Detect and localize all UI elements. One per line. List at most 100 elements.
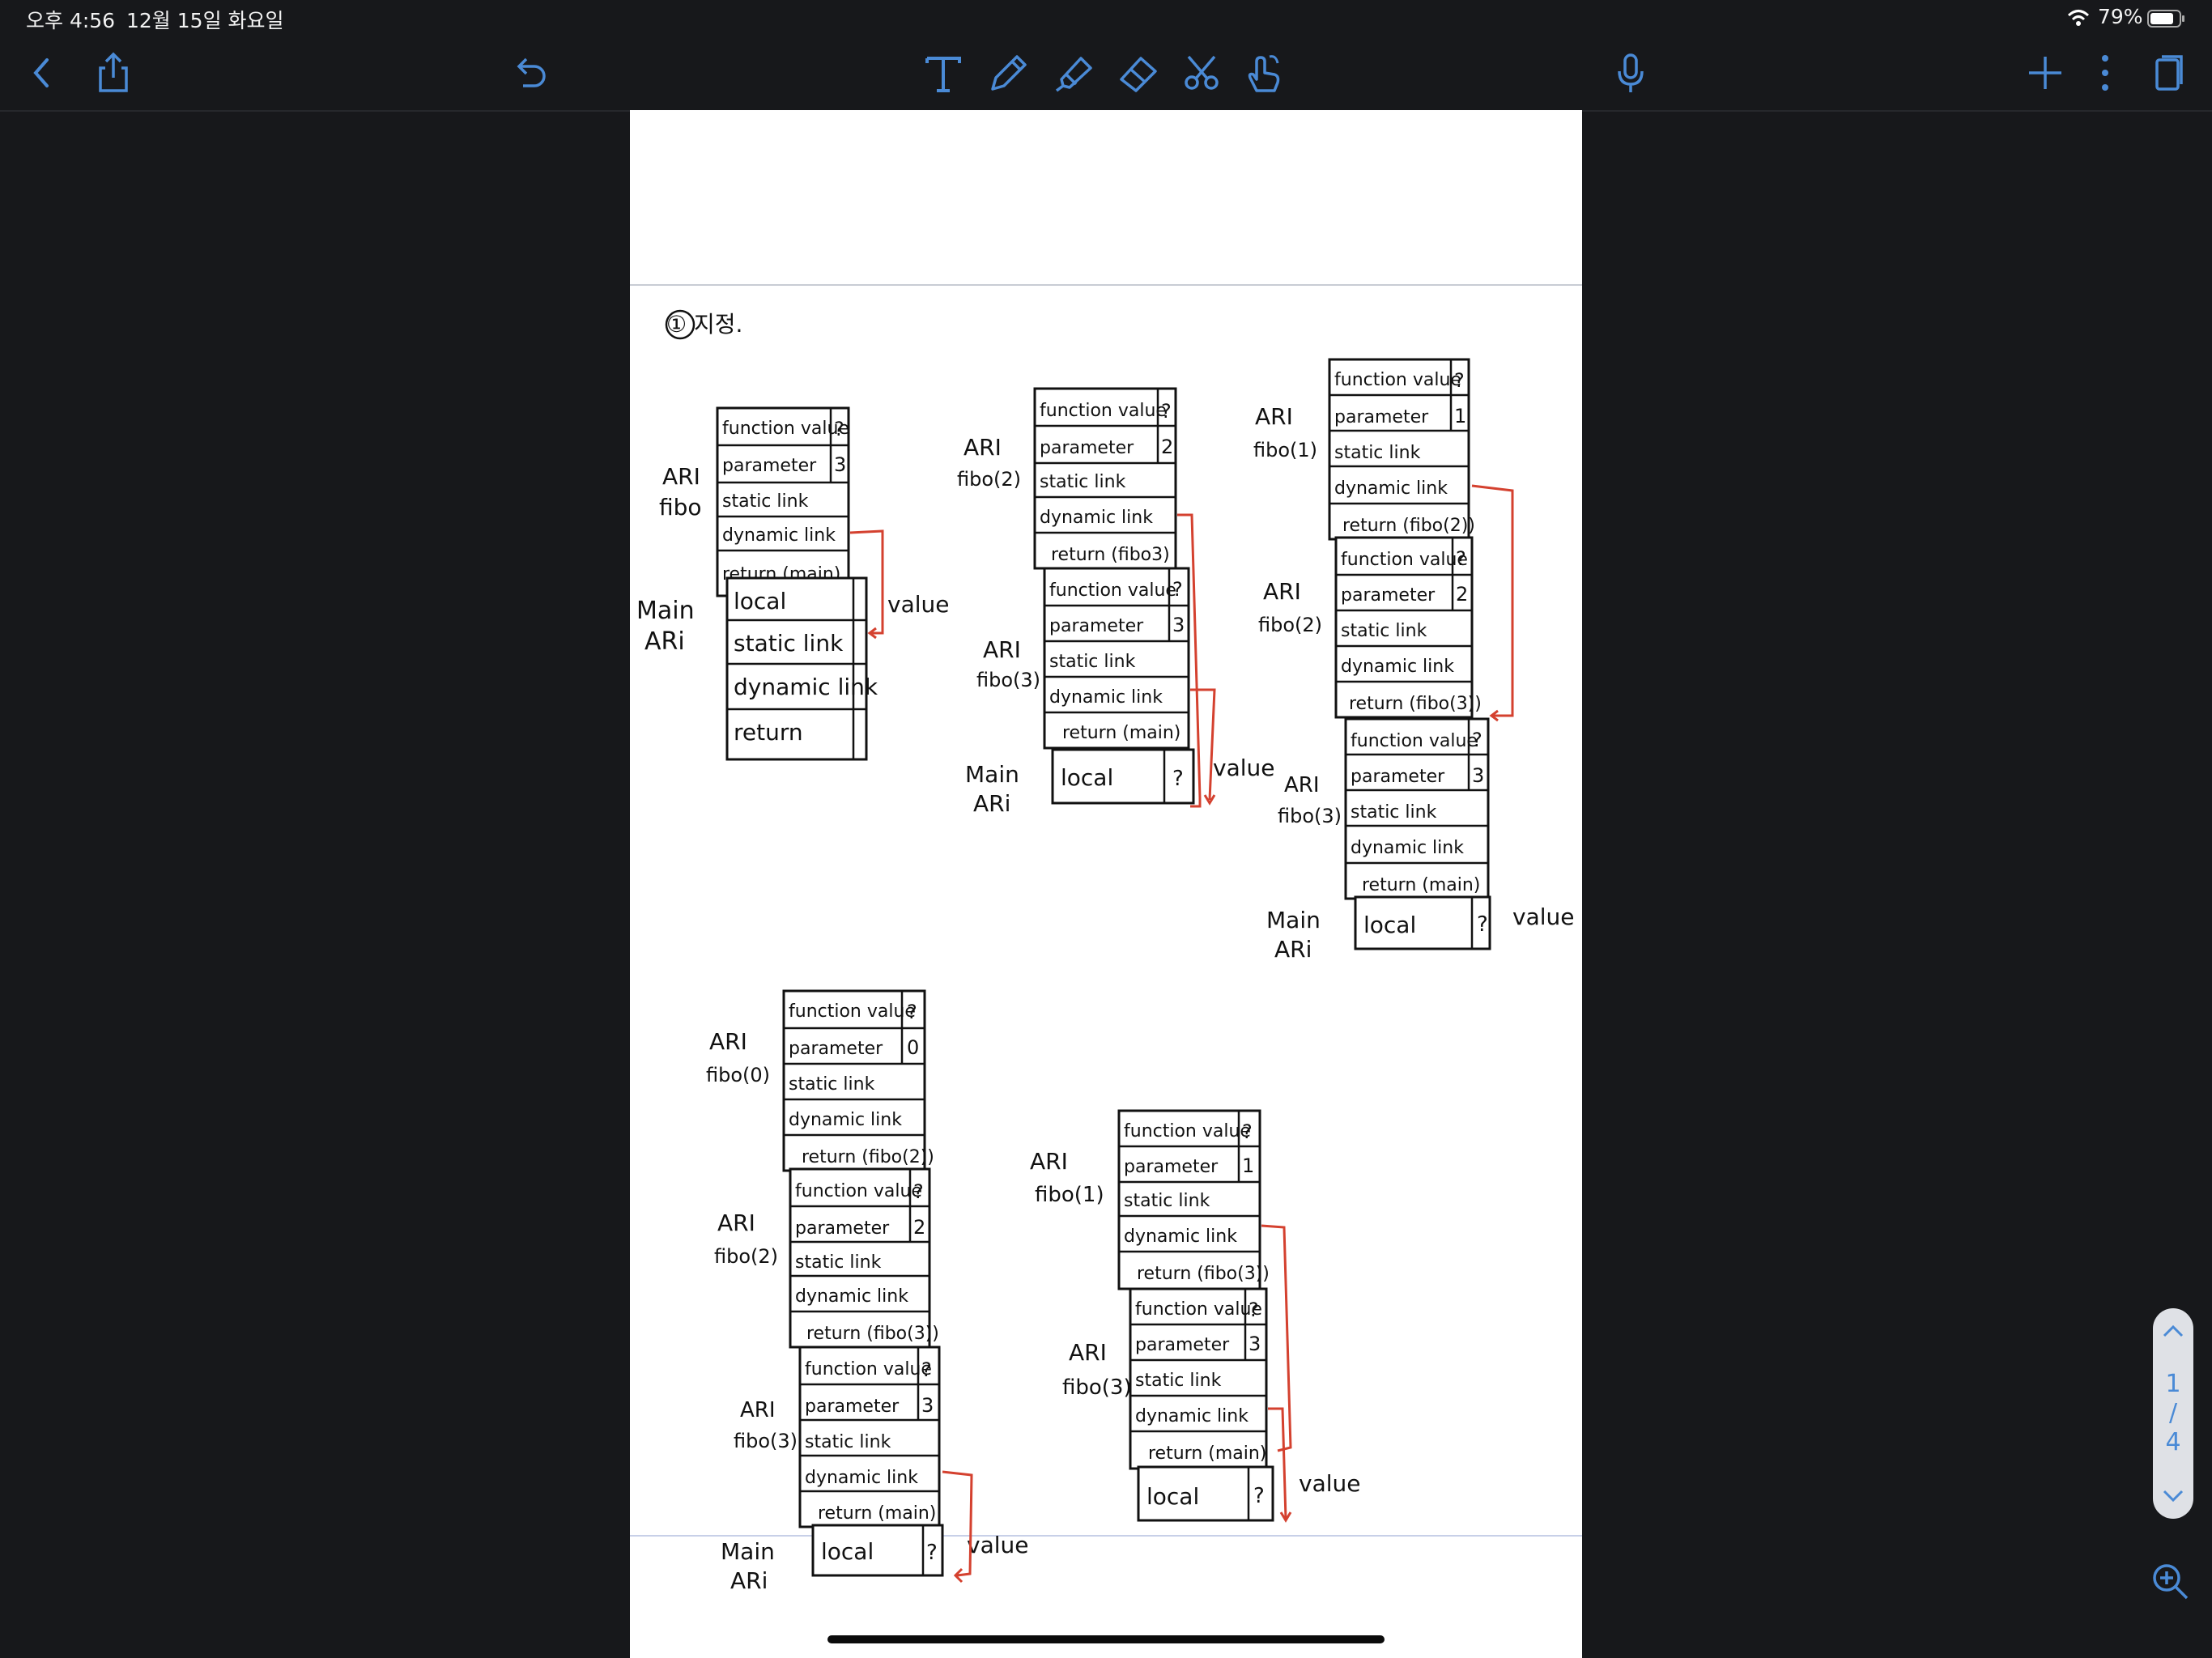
frame-label: ARi xyxy=(973,790,1010,817)
field-parameter: parameter xyxy=(1124,1157,1219,1177)
frame-label: Main xyxy=(965,761,1019,788)
gesture-tool-button[interactable] xyxy=(1239,49,1287,97)
previous-page-button[interactable] xyxy=(2153,1315,2193,1347)
frame-label: ARI xyxy=(709,1028,747,1055)
page-separator: / xyxy=(2168,1399,2178,1427)
add-page-button[interactable] xyxy=(2021,49,2069,97)
field-value: 1 xyxy=(1242,1154,1254,1177)
chevron-down-icon xyxy=(2163,1490,2184,1503)
status-bar: 오후 4:56 12월 15일 화요일 79% xyxy=(0,0,2212,37)
field-value: 1 xyxy=(1454,405,1466,427)
field-parameter: parameter xyxy=(789,1039,883,1059)
stack-diagram-3: ARI fibo(1) ARI fibo(2) ARI fibo(3) Main… xyxy=(1253,358,1574,963)
field-dynamic-link: dynamic link xyxy=(1135,1406,1249,1426)
field-value: ? xyxy=(921,1358,932,1381)
frame-label: ARI xyxy=(1263,578,1301,605)
field-parameter: parameter xyxy=(1040,438,1134,458)
field-value: ? xyxy=(926,1541,938,1565)
dynamic-link-arrow xyxy=(1471,484,1514,722)
field-static-link: static link xyxy=(805,1432,891,1452)
text-tool-button[interactable] xyxy=(919,49,968,97)
field-function-value: function value xyxy=(1135,1299,1262,1320)
field-dynamic-link: dynamic link xyxy=(734,674,878,700)
field-return: return (fibo(3)) xyxy=(1349,694,1482,714)
pen-tool-button[interactable] xyxy=(983,49,1032,97)
field-return: return (main) xyxy=(818,1503,936,1524)
status-time: 오후 4:56 xyxy=(26,9,116,32)
field-return: return xyxy=(734,719,803,746)
value-label: value xyxy=(1213,755,1274,781)
field-value: 3 xyxy=(921,1394,934,1417)
battery-percent: 79% xyxy=(2098,5,2143,28)
field-value: ? xyxy=(913,1180,924,1203)
frame-label: ARI xyxy=(717,1209,755,1236)
field-return: return (fibo(2)) xyxy=(802,1147,934,1167)
field-function-value: function value xyxy=(1351,731,1478,751)
text-tool-icon xyxy=(925,57,961,92)
field-function-value: function value xyxy=(1341,550,1468,570)
field-return: return (fibo(2)) xyxy=(1342,516,1475,536)
frame-label: fibo(1) xyxy=(1253,439,1317,461)
field-dynamic-link: dynamic link xyxy=(1124,1226,1237,1247)
field-local: local xyxy=(1146,1483,1199,1510)
field-function-value: function value xyxy=(795,1181,922,1201)
field-parameter: parameter xyxy=(1341,585,1436,606)
field-parameter: parameter xyxy=(1135,1335,1230,1355)
field-static-link: static link xyxy=(734,630,844,657)
lasso-tool-button[interactable] xyxy=(1177,49,1226,97)
field-static-link: static link xyxy=(1040,472,1126,492)
field-value: 2 xyxy=(1456,583,1468,606)
note-page[interactable]: ① 지정. ARI fibo Main ARi function value ?… xyxy=(630,110,1582,1658)
field-dynamic-link: dynamic link xyxy=(1049,687,1163,708)
stack-diagram-2: ARI fibo(2) ARI fibo(3) Main ARi functio… xyxy=(957,387,1274,817)
field-value: 3 xyxy=(834,453,846,476)
toolbar xyxy=(0,37,2212,110)
field-value: ? xyxy=(1172,578,1183,601)
field-local: local xyxy=(821,1538,874,1565)
lasso-scissors-icon xyxy=(1185,55,1219,90)
next-page-button[interactable] xyxy=(2153,1480,2193,1512)
zoom-button[interactable] xyxy=(2138,1553,2202,1609)
field-value: ? xyxy=(834,418,844,440)
frame-label: ARI xyxy=(1069,1339,1107,1366)
home-indicator[interactable] xyxy=(827,1635,1385,1643)
eraser-tool-button[interactable] xyxy=(1113,49,1162,97)
field-dynamic-link: dynamic link xyxy=(789,1110,902,1130)
field-local: local xyxy=(1061,764,1113,791)
field-value: 2 xyxy=(1161,436,1173,458)
pages-view-button[interactable] xyxy=(2144,49,2193,97)
field-dynamic-link: dynamic link xyxy=(795,1286,908,1307)
field-parameter: parameter xyxy=(1351,767,1445,787)
share-button[interactable] xyxy=(89,49,138,97)
frame-label: ARI xyxy=(963,434,1002,461)
value-label: value xyxy=(967,1532,1028,1558)
field-parameter: parameter xyxy=(1334,407,1429,427)
pages-view-icon xyxy=(2155,55,2183,91)
frame-label: ARI xyxy=(983,636,1021,663)
zoom-in-icon xyxy=(2153,1564,2189,1600)
microphone-icon xyxy=(1618,53,1644,92)
field-value: 3 xyxy=(1172,614,1185,636)
field-value: ? xyxy=(1454,369,1465,392)
field-value: ? xyxy=(1472,729,1482,751)
field-dynamic-link: dynamic link xyxy=(1341,657,1454,677)
undo-button[interactable] xyxy=(505,49,554,97)
highlighter-tool-button[interactable] xyxy=(1049,49,1097,97)
frame-label: fibo(3) xyxy=(1062,1375,1132,1400)
frame-label: fibo(1) xyxy=(1035,1183,1104,1207)
field-value: ? xyxy=(1456,547,1466,570)
value-label: value xyxy=(887,591,949,618)
field-dynamic-link: dynamic link xyxy=(805,1468,918,1488)
field-parameter: parameter xyxy=(1049,616,1144,636)
field-value: ? xyxy=(1161,400,1172,423)
record-audio-button[interactable] xyxy=(1606,49,1655,97)
frame-label: fibo(2) xyxy=(714,1245,778,1268)
field-function-value: function value xyxy=(789,1001,916,1022)
handwritten-notes-canvas: ① 지정. ARI fibo Main ARi function value ?… xyxy=(630,284,1582,1594)
more-options-button[interactable] xyxy=(2081,49,2129,97)
frame-label: ARI xyxy=(1030,1148,1068,1175)
stack-diagram-4: ARI fibo(0) ARI fibo(2) ARI fibo(3) Main… xyxy=(706,989,1028,1594)
frame-label: ARI xyxy=(662,463,700,490)
back-button[interactable] xyxy=(18,49,66,97)
eraser-tool-icon xyxy=(1120,57,1157,92)
